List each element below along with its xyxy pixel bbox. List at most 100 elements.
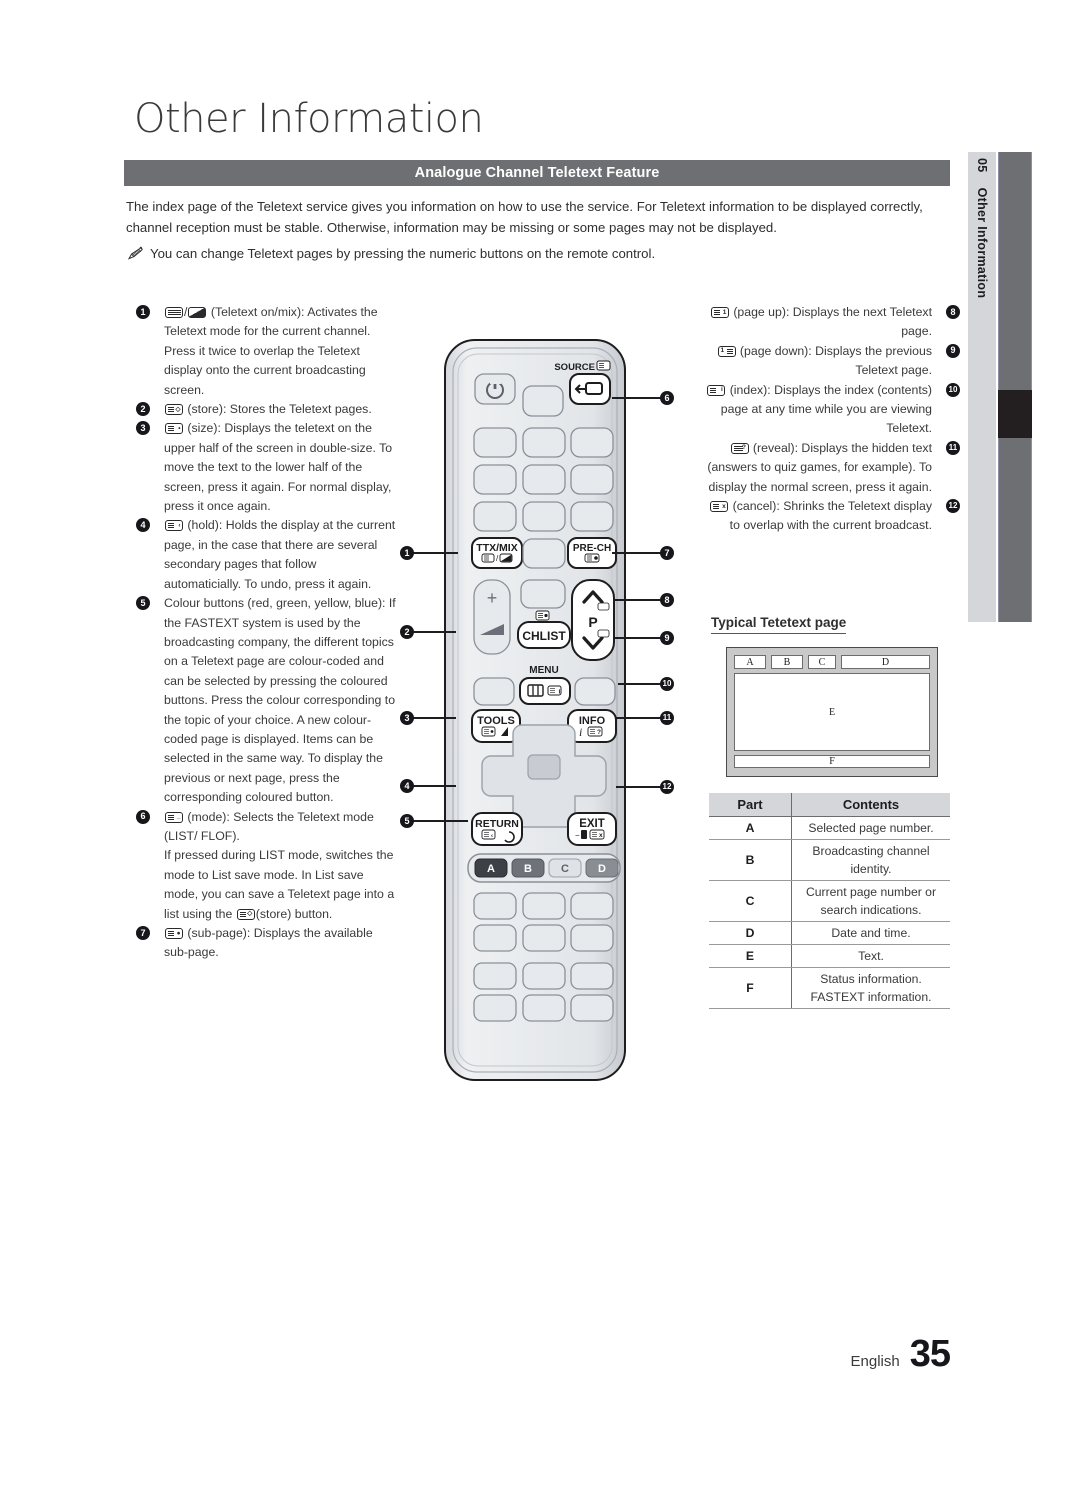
column-header-contents: Contents xyxy=(791,793,950,817)
region-f: F xyxy=(734,755,930,768)
svg-text:D: D xyxy=(598,863,606,875)
table-row: C Current page number or search indicati… xyxy=(709,880,950,922)
cell-part: D xyxy=(709,921,792,945)
list-item-continuation: If pressed during LIST mode, switches th… xyxy=(136,846,396,924)
callout-badge: 2 xyxy=(136,402,150,417)
list-item-text: (cancel): Shrinks the Teletext display t… xyxy=(729,499,932,533)
table-row: E Text. xyxy=(709,944,950,968)
svg-text:SOURCE: SOURCE xyxy=(554,362,595,373)
typical-page-top-row: A B C D xyxy=(734,655,930,669)
svg-text:x: x xyxy=(599,832,603,839)
list-item-text: (mode): Selects the Teletext mode (LIST/… xyxy=(164,809,374,843)
sidebar-position-marker xyxy=(998,390,1032,438)
svg-text:EXIT: EXIT xyxy=(579,818,605,830)
svg-text:TOOLS: TOOLS xyxy=(477,715,515,727)
list-item: 6 _ (mode): Selects the Teletext mode (L… xyxy=(136,808,396,847)
teletext-page-up-icon: 1 xyxy=(710,307,729,318)
svg-text:A: A xyxy=(487,863,495,875)
region-c: C xyxy=(808,655,836,669)
callout-badge: 10 xyxy=(946,382,960,397)
list-item: 4 ‹ (hold): Holds the display at the cur… xyxy=(136,516,396,594)
svg-text:CHLIST: CHLIST xyxy=(522,629,566,643)
teletext-sub-page-icon: ● xyxy=(165,928,183,939)
teletext-page-down-icon: 1 xyxy=(717,345,736,357)
table-row: B Broadcasting channel identity. xyxy=(709,839,950,881)
svg-text:i: i xyxy=(559,688,561,695)
page-footer: English 35 xyxy=(850,1333,951,1376)
list-item-text: (size): Displays the teletext on the upp… xyxy=(164,421,393,514)
sidebar-chapter-text: 05 Other Information xyxy=(975,158,989,298)
list-item-text: (store): Stores the Teletext pages. xyxy=(187,402,372,417)
callout-badge: 9 xyxy=(946,343,960,358)
cell-part: A xyxy=(709,816,792,840)
cell-contents: Status information. FASTEXT information. xyxy=(791,967,950,1009)
cell-contents: Date and time. xyxy=(791,921,950,945)
list-item: ? (reveal): Displays the hidden text (an… xyxy=(700,439,960,497)
teletext-hold-icon: ‹ xyxy=(165,520,183,532)
region-d: D xyxy=(841,655,930,669)
callout-badge: 8 xyxy=(946,305,960,319)
callout-badge: 4 xyxy=(136,518,150,533)
teletext-store-icon: ◇ xyxy=(236,908,255,920)
page-title: Other Information xyxy=(134,96,484,142)
region-e: E xyxy=(734,673,930,751)
callout-badge: 5 xyxy=(136,596,150,611)
parts-contents-table: Part Contents A Selected page number. B … xyxy=(709,793,950,1009)
region-a: A xyxy=(734,655,766,669)
list-item: x (cancel): Shrinks the Teletext display… xyxy=(700,497,960,536)
sidebar-chapter-tab: 05 Other Information xyxy=(968,152,996,622)
intro-paragraph: The index page of the Teletext service g… xyxy=(126,199,923,235)
cell-part: E xyxy=(709,944,792,968)
list-item: 1 / (Teletext on/mix): Activates the Tel… xyxy=(136,303,396,400)
footer-page-number: 35 xyxy=(909,1333,951,1375)
teletext-size-icon: • xyxy=(165,423,183,435)
callout-badge: 11 xyxy=(946,440,960,455)
callout-badge-8: 8 xyxy=(660,593,674,607)
teletext-cancel-icon: x xyxy=(710,501,729,513)
teletext-mode-icon: _ xyxy=(165,811,183,823)
svg-text:P: P xyxy=(588,614,597,630)
callout-badge: 6 xyxy=(136,809,150,824)
svg-text:RETURN: RETURN xyxy=(475,818,519,830)
list-item-text: (sub-page): Displays the available sub-p… xyxy=(164,926,373,960)
typical-teletext-page-diagram: A B C D E F xyxy=(726,647,938,777)
callout-badge-7: 7 xyxy=(660,546,674,560)
svg-text:i: i xyxy=(579,725,582,739)
list-item-text: (Teletext on/mix): Activates the Teletex… xyxy=(164,305,378,397)
sidebar-chapter-number: 05 xyxy=(975,158,989,173)
list-item: 1 (page down): Displays the previous Tel… xyxy=(700,342,960,381)
list-item: 1 (page up): Displays the next Teletext … xyxy=(700,303,960,342)
list-item-text: (page down): Displays the previous Telet… xyxy=(739,343,932,378)
teletext-store-icon: ◇ xyxy=(165,404,183,416)
cell-contents: Selected page number. xyxy=(791,816,950,840)
teletext-index-icon: i xyxy=(707,384,726,396)
callout-badge-3: 3 xyxy=(400,711,414,725)
cell-part: C xyxy=(709,880,792,922)
callout-badge-9: 9 xyxy=(660,631,674,645)
svg-text:MENU: MENU xyxy=(529,665,558,676)
svg-text:INFO: INFO xyxy=(579,715,606,727)
sidebar-gray-bar xyxy=(998,152,1032,622)
pencil-icon xyxy=(126,245,143,266)
cell-contents: Text. xyxy=(791,944,950,968)
right-description-column: 1 (page up): Displays the next Teletext … xyxy=(700,303,960,536)
svg-text:?: ? xyxy=(597,729,601,736)
list-item: i (index): Displays the index (contents)… xyxy=(700,381,960,439)
sidebar-chapter-title: Other Information xyxy=(975,187,989,299)
list-item-text-extra-b: (store) button. xyxy=(255,906,333,921)
callout-badge-1: 1 xyxy=(400,546,414,560)
callout-badge: 1 xyxy=(136,305,150,319)
typical-page-title: Typical Tetetext page xyxy=(711,615,847,634)
section-header-label: Analogue Channel Teletext Feature xyxy=(414,165,660,181)
list-item: 3 • (size): Displays the teletext on the… xyxy=(136,419,396,516)
region-b: B xyxy=(771,655,803,669)
cell-contents: Broadcasting channel identity. xyxy=(791,839,950,881)
teletext-on-icon xyxy=(165,307,183,318)
footer-language: English xyxy=(850,1353,900,1370)
list-item-text: (index): Displays the index (contents) p… xyxy=(720,382,932,436)
callout-badge-2: 2 xyxy=(400,625,414,639)
list-item-text: (hold): Holds the display at the current… xyxy=(164,518,396,591)
table-row: F Status information. FASTEXT informatio… xyxy=(709,967,950,1009)
remote-control-diagram: SOURCE TTX/MIX / PRE-CH + CHLIST P MENU … xyxy=(420,330,670,1090)
cell-contents: Current page number or search indication… xyxy=(791,880,950,922)
